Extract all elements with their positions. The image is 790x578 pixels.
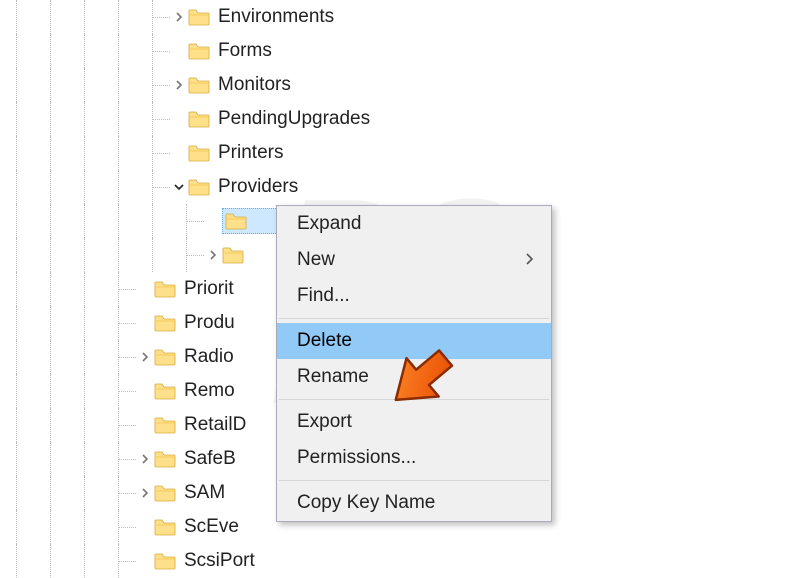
folder-icon bbox=[154, 314, 176, 332]
menu-item-label: New bbox=[297, 249, 335, 271]
menu-item-label: Copy Key Name bbox=[297, 492, 435, 514]
menu-separator bbox=[279, 480, 549, 481]
menu-item[interactable]: Permissions... bbox=[277, 440, 551, 476]
menu-item[interactable]: New bbox=[277, 242, 551, 278]
tree-item[interactable]: Environments bbox=[0, 0, 478, 34]
tree-item[interactable]: PendingUpgrades bbox=[0, 102, 478, 136]
menu-item-label: Rename bbox=[297, 366, 369, 388]
chevron-down-icon[interactable] bbox=[170, 182, 188, 192]
chevron-right-icon[interactable] bbox=[136, 352, 154, 362]
tree-item[interactable]: Forms bbox=[0, 34, 478, 68]
menu-separator bbox=[279, 318, 549, 319]
tree-item-label: Radio bbox=[184, 346, 234, 368]
menu-item-label: Export bbox=[297, 411, 352, 433]
chevron-right-icon[interactable] bbox=[204, 250, 222, 260]
menu-item-label: Delete bbox=[297, 330, 352, 352]
folder-icon bbox=[154, 280, 176, 298]
folder-icon bbox=[154, 416, 176, 434]
tree-item[interactable]: Providers bbox=[0, 170, 478, 204]
menu-item[interactable]: Expand bbox=[277, 206, 551, 242]
tree-item-label: ScsiPort bbox=[184, 550, 255, 572]
tree-item-label: Environments bbox=[218, 6, 334, 28]
folder-icon bbox=[154, 552, 176, 570]
folder-icon bbox=[188, 144, 210, 162]
folder-icon bbox=[188, 42, 210, 60]
tree-item[interactable]: Monitors bbox=[0, 68, 478, 102]
tree-item-label: SafeB bbox=[184, 448, 236, 470]
folder-icon bbox=[188, 76, 210, 94]
tree-item-label: Monitors bbox=[218, 74, 291, 96]
menu-item-label: Permissions... bbox=[297, 447, 416, 469]
menu-item-label: Expand bbox=[297, 213, 361, 235]
tree-item-label: Forms bbox=[218, 40, 272, 62]
tree-item-label: Produ bbox=[184, 312, 235, 334]
folder-icon bbox=[154, 382, 176, 400]
chevron-right-icon[interactable] bbox=[136, 454, 154, 464]
tree-item-label: Remo bbox=[184, 380, 235, 402]
folder-icon bbox=[225, 212, 247, 230]
folder-icon bbox=[188, 110, 210, 128]
tree-item-label: Providers bbox=[218, 176, 298, 198]
folder-icon bbox=[188, 178, 210, 196]
menu-separator bbox=[279, 399, 549, 400]
tree-item-label: ScEve bbox=[184, 516, 239, 538]
menu-item-label: Find... bbox=[297, 285, 350, 307]
tree-item-label: SAM bbox=[184, 482, 225, 504]
tree-item-label: PendingUpgrades bbox=[218, 108, 370, 130]
folder-icon bbox=[154, 484, 176, 502]
folder-icon bbox=[154, 348, 176, 366]
folder-icon bbox=[188, 8, 210, 26]
menu-item[interactable]: Rename bbox=[277, 359, 551, 395]
context-menu[interactable]: Expand New Find... Delete Rename Export Permis… bbox=[276, 205, 552, 522]
chevron-right-icon[interactable] bbox=[136, 488, 154, 498]
tree-item[interactable]: ScsiPort bbox=[0, 544, 478, 578]
folder-icon bbox=[154, 450, 176, 468]
tree-item-label: RetailD bbox=[184, 414, 246, 436]
tree-item-label: Priorit bbox=[184, 278, 234, 300]
menu-item[interactable]: Delete bbox=[277, 323, 551, 359]
menu-item[interactable]: Copy Key Name bbox=[277, 485, 551, 521]
chevron-right-icon[interactable] bbox=[170, 12, 188, 22]
menu-item[interactable]: Find... bbox=[277, 278, 551, 314]
tree-item[interactable]: Printers bbox=[0, 136, 478, 170]
menu-item[interactable]: Export bbox=[277, 404, 551, 440]
folder-icon bbox=[222, 246, 244, 264]
folder-icon bbox=[154, 518, 176, 536]
chevron-right-icon bbox=[525, 253, 533, 268]
tree-item-label: Printers bbox=[218, 142, 283, 164]
chevron-right-icon[interactable] bbox=[170, 80, 188, 90]
